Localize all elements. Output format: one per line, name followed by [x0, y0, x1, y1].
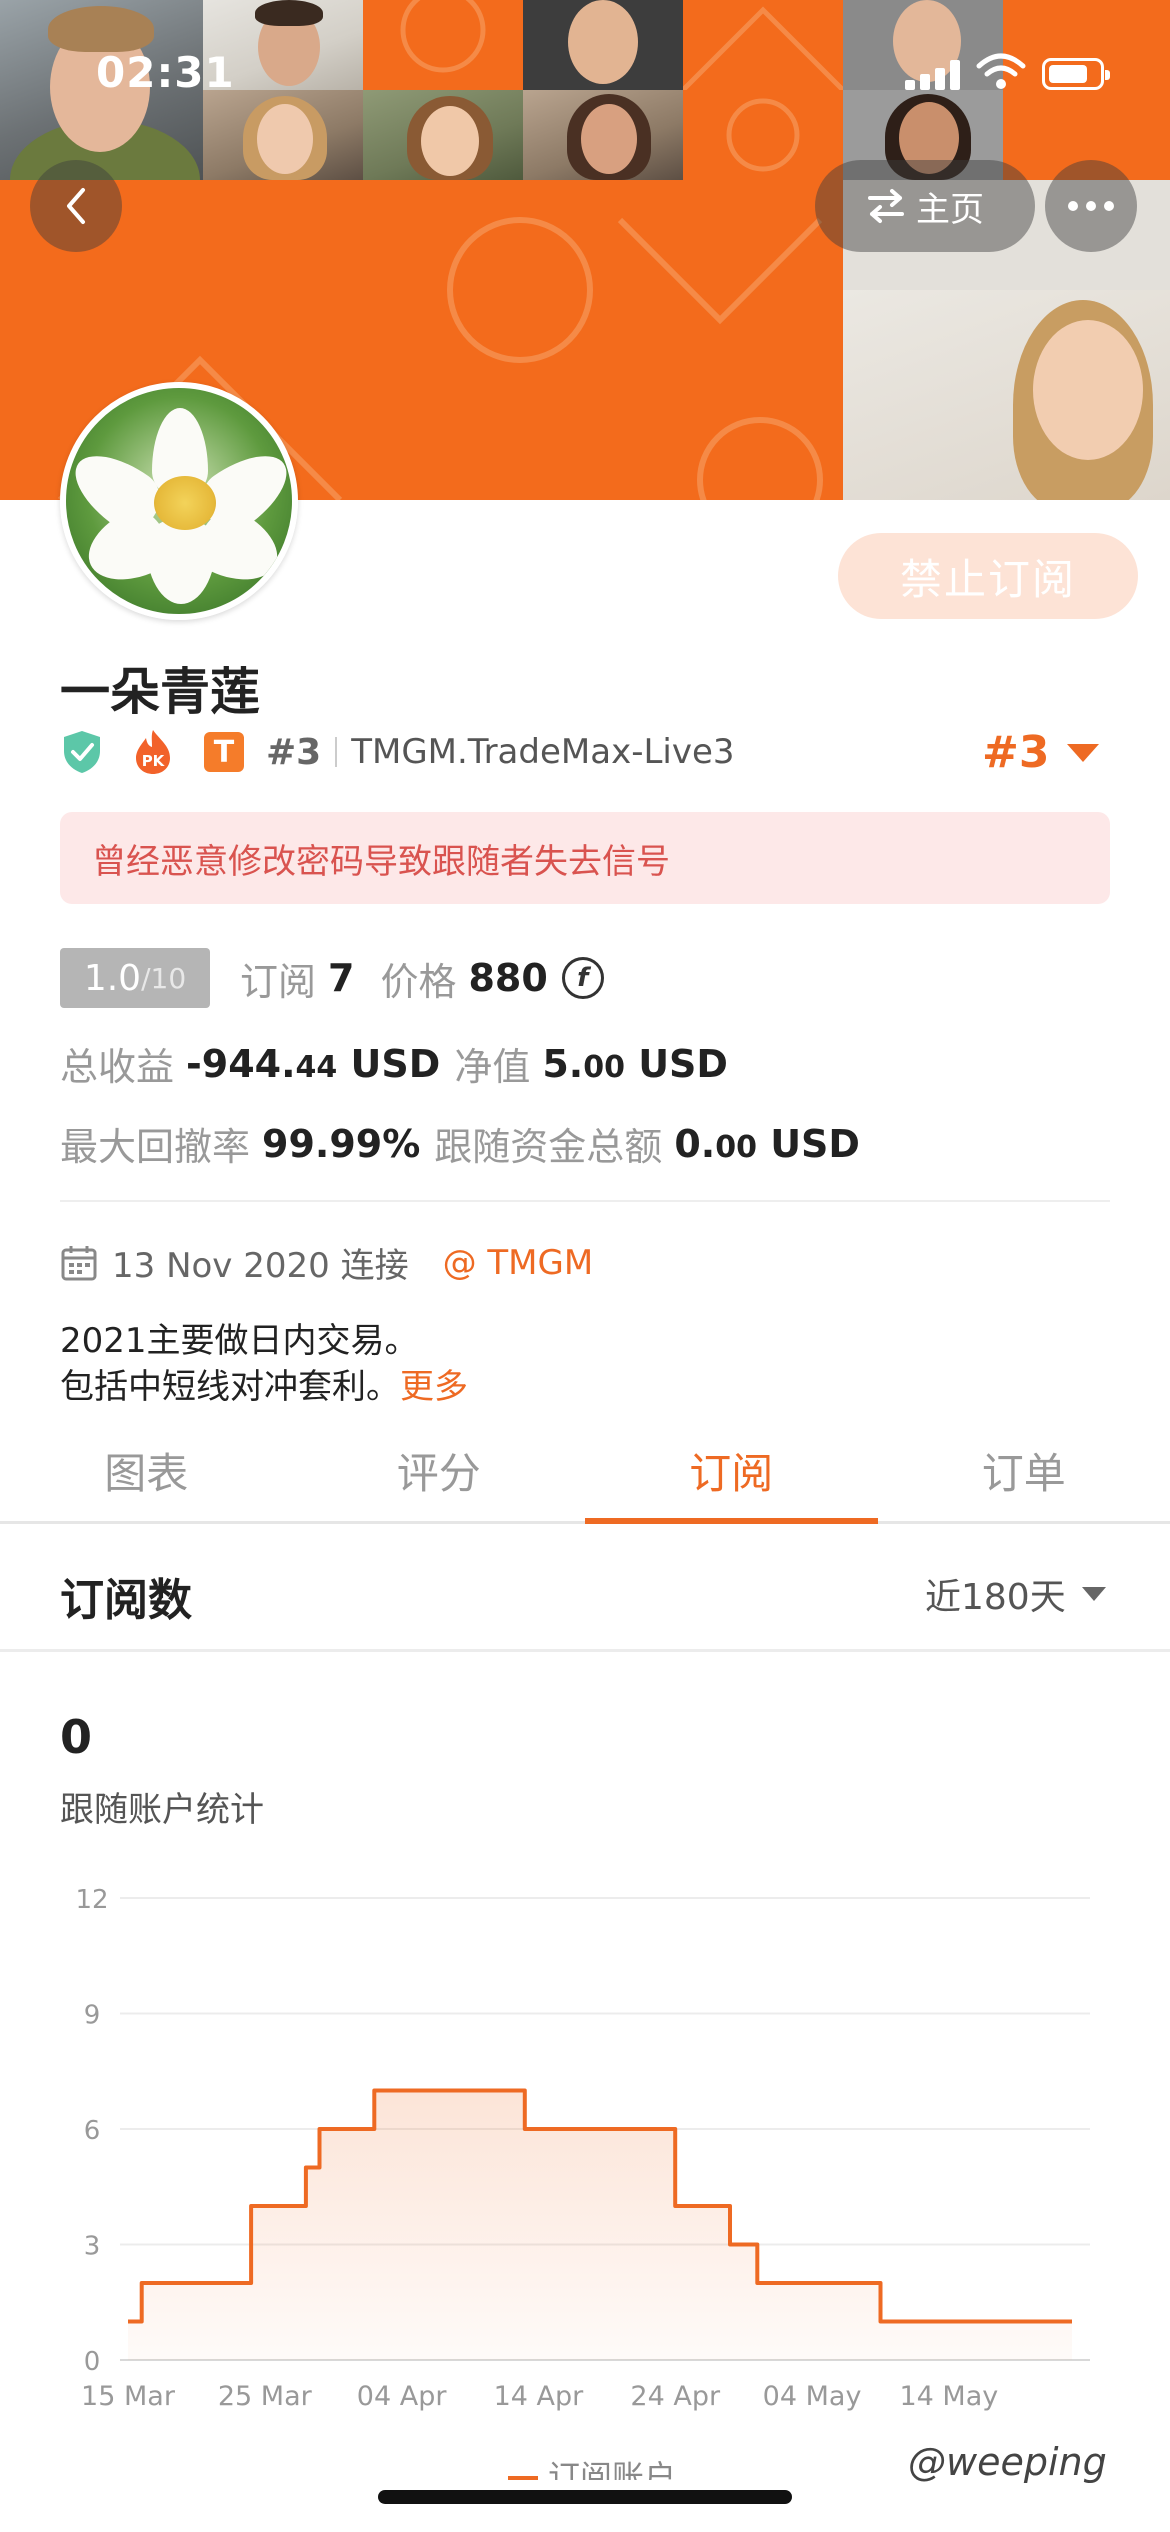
subscriptions-value: 7	[328, 956, 355, 1000]
follow-count-label: 跟随账户统计	[60, 1790, 264, 1830]
battery-icon	[1042, 58, 1110, 90]
server-name: TMGM.TradeMax-Live3	[351, 732, 735, 772]
legend-label: 订阅账户	[548, 2458, 676, 2480]
equity-label: 净值	[454, 1045, 531, 1089]
ellipsis-icon	[1068, 201, 1078, 211]
x-tick-label: 04 Apr	[357, 2381, 448, 2412]
tab-orders[interactable]: 订单	[878, 1420, 1170, 1521]
price-value: 880	[468, 956, 548, 1000]
status-bar: 02:31	[0, 0, 1170, 140]
tab-rating[interactable]: 评分	[293, 1420, 586, 1521]
cellular-signal-icon	[905, 60, 963, 90]
avatar[interactable]	[60, 382, 298, 620]
subscription-chart: 0 3 6 9 12 15 Mar 25 Mar 04 Apr 14 Apr 24 Apr 04 …	[75, 1885, 1090, 2480]
equity-value: 5.00 USD	[542, 1041, 728, 1086]
wifi-icon	[976, 53, 1026, 89]
section-header: 订阅数 近180天	[0, 1524, 1170, 1652]
total-profit-label: 总收益	[60, 1045, 175, 1089]
subscribe-disabled-button[interactable]: 禁止订阅	[838, 533, 1138, 619]
score-value: 1.0	[83, 957, 142, 999]
x-tick-label: 14 Apr	[494, 2381, 585, 2412]
home-button[interactable]: 主页	[815, 160, 1035, 252]
tab-chart[interactable]: 图表	[0, 1420, 293, 1521]
chevron-left-icon	[67, 188, 85, 224]
back-button[interactable]	[30, 160, 122, 252]
y-tick-label: 6	[84, 2116, 101, 2146]
join-date: 13 Nov 2020 连接	[112, 1246, 409, 1286]
banner-photo-9	[843, 290, 1170, 500]
subscriptions-label: 订阅	[240, 959, 317, 1004]
y-tick-label: 12	[75, 1885, 108, 1915]
caret-down-icon	[1081, 1587, 1106, 1601]
stats-row-3: 最大回撤率 99.99% 跟随资金总额 0.00 USD	[60, 1116, 874, 1171]
y-tick-label: 9	[84, 2001, 101, 2031]
join-row: 13 Nov 2020 连接 @ TMGM	[60, 1238, 593, 1287]
badge-row: PK T #3 TMGM.TradeMax-Live3	[60, 727, 735, 777]
x-tick-label: 14 May	[899, 2381, 998, 2412]
home-button-label: 主页	[916, 189, 984, 230]
range-select[interactable]: 近180天	[925, 1568, 1106, 1620]
stats-divider	[60, 1200, 1110, 1202]
rank-dropdown[interactable]: #3	[982, 727, 1100, 778]
price-label: 价格	[380, 959, 457, 1004]
rank-big-value: #3	[982, 727, 1050, 778]
rank-small: #3	[266, 731, 322, 773]
broker-link[interactable]: @ TMGM	[443, 1243, 594, 1283]
badge-divider	[335, 737, 338, 767]
tab-subscriptions[interactable]: 订阅	[585, 1420, 878, 1524]
total-profit-value: -944.44 USD	[186, 1041, 441, 1086]
drawdown-value: 99.99%	[262, 1121, 421, 1166]
calendar-icon	[61, 1245, 97, 1280]
section-title: 订阅数	[60, 1575, 192, 1626]
y-tick-label: 3	[84, 2232, 101, 2262]
x-tick-label: 04 May	[763, 2381, 862, 2412]
caret-down-icon	[1067, 743, 1100, 762]
t-badge-icon: T	[204, 732, 244, 772]
profile-name: 一朵青莲	[60, 663, 260, 721]
bio-line-1: 2021主要做日内交易。	[60, 1321, 419, 1361]
x-tick-label: 24 Apr	[630, 2381, 721, 2412]
watermark: @weeping	[908, 2440, 1107, 2484]
status-time: 02:31	[96, 48, 235, 97]
stats-row-2: 总收益 -944.44 USD 净值 5.00 USD	[60, 1036, 742, 1091]
follow-funds-value: 0.00 USD	[674, 1121, 860, 1166]
score-max: /10	[141, 961, 187, 995]
follow-funds-label: 跟随资金总额	[434, 1125, 663, 1169]
home-indicator	[378, 2490, 792, 2504]
coin-icon: f	[561, 957, 604, 999]
bio-more-link[interactable]: 更多	[400, 1367, 468, 1407]
y-tick-label: 0	[84, 2347, 101, 2377]
warning-banner: 曾经恶意修改密码导致跟随者失去信号	[60, 812, 1110, 904]
x-tick-label: 25 Mar	[218, 2381, 313, 2412]
drawdown-label: 最大回撤率	[60, 1125, 251, 1169]
bio-line-2: 包括中短线对冲套利。	[60, 1367, 400, 1407]
more-button[interactable]	[1045, 160, 1137, 252]
pk-flame-icon: PK	[136, 730, 170, 774]
stats-row-1: 1.0/10 订阅 7 价格 880 f	[60, 948, 604, 1008]
x-tick-label: 15 Mar	[81, 2381, 176, 2412]
pk-badge-text: PK	[142, 752, 166, 770]
shield-check-icon	[64, 731, 100, 773]
tab-bar: 图表 评分 订阅 订单	[0, 1420, 1170, 1524]
range-value: 近180天	[925, 1577, 1066, 1618]
score-badge: 1.0/10	[60, 948, 210, 1008]
legend-swatch	[508, 2476, 538, 2480]
swap-arrows-icon	[868, 189, 904, 223]
follow-count: 0	[60, 1710, 93, 1764]
bio: 2021主要做日内交易。 包括中短线对冲套利。更多	[60, 1318, 468, 1410]
